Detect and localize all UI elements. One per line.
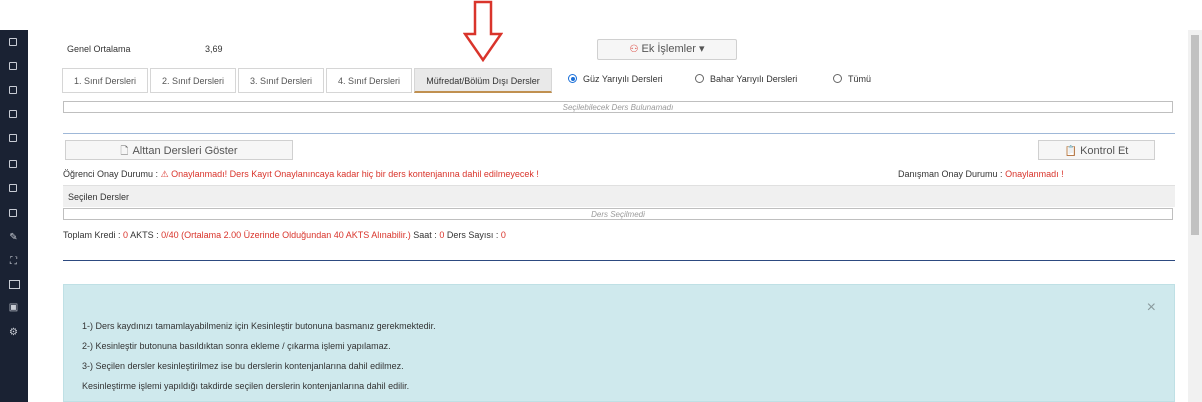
info-line: 2-) Kesinleştir butonuna basıldıktan son… [82, 341, 391, 351]
gpa-label: Genel Ortalama [67, 44, 131, 54]
info-line: 3-) Seçilen dersler kesinleştirilmez ise… [82, 361, 404, 371]
radio-tumu[interactable]: Tümü [833, 74, 871, 84]
radio-guz-label: Güz Yarıyılı Dersleri [583, 74, 663, 84]
tab-mufredat-disi[interactable]: Müfredat/Bölüm Dışı Dersler [414, 68, 552, 93]
square-icon[interactable] [9, 209, 17, 217]
close-icon[interactable]: × [1147, 299, 1156, 317]
student-approval-value: Onaylanmadı! Ders Kayıt Onaylanıncaya ka… [171, 169, 539, 179]
section-divider [63, 260, 1175, 261]
square-icon[interactable] [9, 134, 17, 142]
check-label: Kontrol Et [1080, 145, 1129, 157]
ders-sayisi-label: Ders Sayısı : [446, 230, 499, 240]
radio-bahar[interactable]: Bahar Yarıyılı Dersleri [695, 74, 797, 84]
saat-value: 0 [439, 230, 445, 240]
radio-bahar-label: Bahar Yarıyılı Dersleri [710, 74, 798, 84]
selected-courses-header: Seçilen Dersler [63, 185, 1175, 207]
totals-line: Toplam Kredi : 0 AKTS : 0/40 (Ortalama 2… [63, 230, 506, 240]
document-icon: 🗋 [120, 146, 129, 157]
info-line: 1-) Ders kaydınızı tamamlayabilmeniz içi… [82, 321, 436, 331]
info-line: Kesinleştirme işlemi yapıldığı takdirde … [82, 381, 410, 391]
show-failed-courses-button[interactable]: 🗋 Alttan Dersleri Göster [65, 140, 293, 160]
tab-sinif-3[interactable]: 3. Sınıf Dersleri [238, 68, 324, 93]
radio-checked-icon [568, 74, 577, 84]
square-icon[interactable] [9, 86, 17, 94]
akts-value: 0/40 (Ortalama 2.00 Üzerinde Olduğundan … [161, 230, 411, 240]
tab-sinif-1[interactable]: 1. Sınıf Dersleri [62, 68, 148, 93]
selected-courses-empty: Ders Seçilmedi [63, 208, 1173, 220]
advisor-approval-status: Danışman Onay Durumu : Onaylanmadı ! [898, 169, 1064, 179]
available-courses-empty: Seçilebilecek Ders Bulunamadı [63, 101, 1173, 113]
advisor-approval-label: Danışman Onay Durumu : [898, 169, 1003, 179]
sitemap-icon[interactable]: ⛶ [8, 256, 19, 267]
advisor-approval-value: Onaylanmadı ! [1005, 169, 1064, 179]
ek-islemler-button[interactable]: ⚇ Ek İşlemler ▾ [597, 39, 737, 60]
kredi-label: Toplam Kredi : [63, 230, 121, 240]
ats-icon[interactable] [9, 280, 20, 289]
edit-icon[interactable]: ✎ [8, 232, 19, 243]
clipboard-icon: 📋 [1064, 146, 1078, 157]
ders-sayisi-value: 0 [500, 230, 506, 240]
scrollbar-thumb[interactable] [1191, 35, 1199, 235]
radio-unchecked-icon [833, 74, 842, 84]
student-approval-status: Öğrenci Onay Durumu : ⚠ Onaylanmadı! Der… [63, 169, 539, 180]
square-icon[interactable] [9, 110, 17, 118]
ek-islemler-label: Ek İşlemler ▾ [641, 43, 705, 55]
gpa-value: 3,69 [205, 44, 223, 54]
users-icon: ⚇ [629, 44, 639, 55]
id-card-icon[interactable]: ▣ [8, 302, 19, 313]
square-icon[interactable] [9, 160, 17, 168]
scrollbar[interactable] [1188, 30, 1202, 402]
warning-icon: ⚠ [160, 169, 169, 179]
kredi-value: 0 [123, 230, 129, 240]
akts-label: AKTS : [130, 230, 159, 240]
down-arrow-annotation [463, 0, 503, 62]
saat-label: Saat : [413, 230, 437, 240]
show-failed-label: Alttan Dersleri Göster [132, 145, 238, 157]
square-icon[interactable] [9, 62, 17, 70]
check-button[interactable]: 📋 Kontrol Et [1038, 140, 1155, 160]
square-icon[interactable] [9, 184, 17, 192]
radio-unchecked-icon [695, 74, 704, 84]
divider [63, 133, 1175, 134]
student-approval-label: Öğrenci Onay Durumu : [63, 169, 159, 179]
radio-tumu-label: Tümü [848, 74, 872, 84]
radio-guz[interactable]: Güz Yarıyılı Dersleri [568, 74, 663, 84]
square-icon[interactable] [9, 38, 17, 46]
sidebar: ✎ ⛶ ▣ ⚙ [0, 30, 28, 402]
tab-sinif-4[interactable]: 4. Sınıf Dersleri [326, 68, 412, 93]
tab-sinif-2[interactable]: 2. Sınıf Dersleri [150, 68, 236, 93]
cogs-icon[interactable]: ⚙ [8, 327, 19, 338]
info-alert: × 1-) Ders kaydınızı tamamlayabilmeniz i… [63, 284, 1175, 402]
